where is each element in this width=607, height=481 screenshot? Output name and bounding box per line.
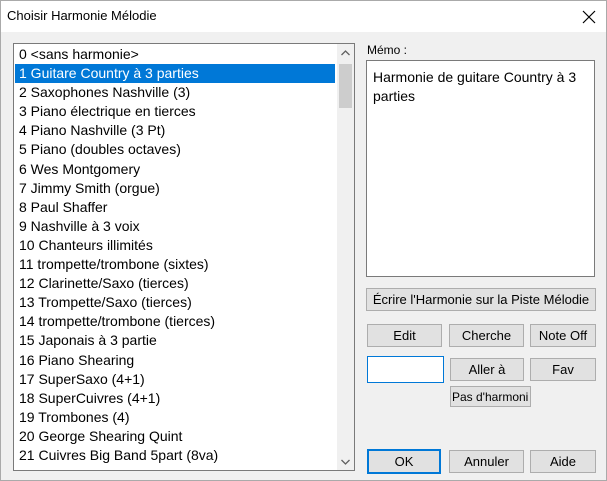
list-item[interactable]: 18 SuperCuivres (4+1) <box>15 389 335 408</box>
go-to-button[interactable]: Aller à <box>450 358 524 381</box>
vertical-scrollbar[interactable] <box>337 44 354 470</box>
edit-button[interactable]: Edit <box>367 324 442 347</box>
list-item[interactable]: 16 Piano Shearing <box>15 351 335 370</box>
note-off-button[interactable]: Note Off <box>530 324 596 347</box>
list-item[interactable]: 17 SuperSaxo (4+1) <box>15 370 335 389</box>
window-title: Choisir Harmonie Mélodie <box>7 8 157 23</box>
cancel-button[interactable]: Annuler <box>449 450 524 473</box>
scroll-up-button[interactable] <box>337 44 354 61</box>
list-item[interactable]: 5 Piano (doubles octaves) <box>15 140 335 159</box>
list-item[interactable]: 9 Nashville à 3 voix <box>15 217 335 236</box>
chevron-up-icon <box>341 49 350 55</box>
list-item[interactable]: 3 Piano électrique en tierces <box>15 102 335 121</box>
list-item[interactable]: 13 Trompette/Saxo (tierces) <box>15 293 335 312</box>
close-button[interactable] <box>572 1 606 32</box>
list-item[interactable]: 14 trompette/trombone (tierces) <box>15 312 335 331</box>
write-harmony-button[interactable]: Écrire l'Harmonie sur la Piste Mélodie <box>366 288 596 311</box>
list-item[interactable]: 4 Piano Nashville (3 Pt) <box>15 121 335 140</box>
harmony-list-items: 0 <sans harmonie> 1 Guitare Country à 3 p… <box>15 45 335 465</box>
list-item[interactable]: 1 Guitare Country à 3 parties <box>15 64 335 84</box>
chevron-down-icon <box>341 459 350 465</box>
memo-textbox[interactable]: Harmonie de guitare Country à 3 parties <box>366 60 595 277</box>
ok-button[interactable]: OK <box>367 449 441 474</box>
list-item[interactable]: 6 Wes Montgomery <box>15 160 335 179</box>
search-button[interactable]: Cherche <box>449 324 524 347</box>
scroll-thumb[interactable] <box>339 64 352 108</box>
list-item[interactable]: 8 Paul Shaffer <box>15 198 335 217</box>
list-item[interactable]: 2 Saxophones Nashville (3) <box>15 83 335 102</box>
harmony-listbox[interactable]: 0 <sans harmonie> 1 Guitare Country à 3 p… <box>13 43 355 471</box>
goto-input[interactable] <box>367 356 444 383</box>
close-icon <box>582 10 596 23</box>
list-item[interactable]: 21 Cuivres Big Band 5part (8va) <box>15 446 335 465</box>
list-item[interactable]: 11 trompette/trombone (sixtes) <box>15 255 335 274</box>
fav-button[interactable]: Fav <box>530 358 596 381</box>
title-bar: Choisir Harmonie Mélodie <box>1 1 606 32</box>
scroll-down-button[interactable] <box>337 453 354 470</box>
list-item[interactable]: 12 Clarinette/Saxo (tierces) <box>15 274 335 293</box>
memo-label: Mémo : <box>367 43 408 57</box>
list-item[interactable]: 15 Japonais à 3 partie <box>15 331 335 350</box>
list-item[interactable]: 10 Chanteurs illimités <box>15 236 335 255</box>
no-harmony-button[interactable]: Pas d'harmoni <box>450 386 531 407</box>
help-button[interactable]: Aide <box>530 450 596 473</box>
list-item[interactable]: 19 Trombones (4) <box>15 408 335 427</box>
list-item[interactable]: 20 George Shearing Quint <box>15 427 335 446</box>
harmony-dialog: Choisir Harmonie Mélodie 0 <sans harmoni… <box>0 0 607 481</box>
list-item[interactable]: 7 Jimmy Smith (orgue) <box>15 179 335 198</box>
list-item[interactable]: 0 <sans harmonie> <box>15 45 335 64</box>
